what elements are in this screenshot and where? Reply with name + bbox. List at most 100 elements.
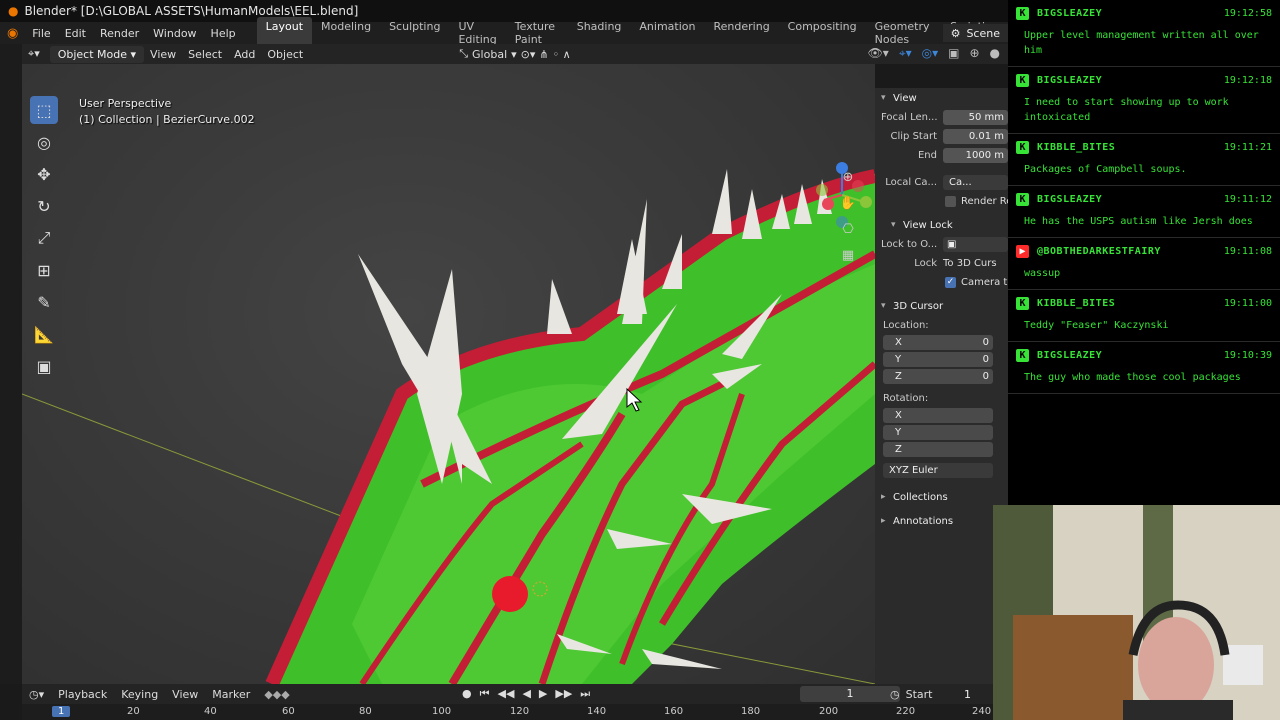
visibility-icon[interactable]: 👁▾ [868, 46, 889, 61]
start-frame-field[interactable]: 1 [964, 688, 971, 701]
snap-icon[interactable]: ⋔ [539, 48, 548, 61]
camera-icon[interactable]: ⎔ [838, 222, 858, 248]
chat-username[interactable]: KIBBLE_BITES [1037, 298, 1218, 309]
chat-username[interactable]: KIBBLE_BITES [1037, 142, 1218, 153]
view-lock-section-header[interactable]: ▾ View Lock [875, 215, 1008, 235]
menu-window[interactable]: Window [146, 27, 203, 40]
menu-playback[interactable]: Playback [51, 688, 114, 701]
3d-cursor-section-header[interactable]: ▾ 3D Cursor [875, 296, 1008, 316]
collection-label: (1) Collection | BezierCurve.002 [79, 113, 255, 126]
chat-timestamp: 19:11:00 [1223, 297, 1272, 309]
solid-shading-icon[interactable]: ● [990, 46, 1000, 61]
lock-row: Lock To 3D Curs [914, 258, 997, 269]
measure-tool-icon[interactable]: 📐 [30, 320, 58, 348]
next-key-icon[interactable]: ▶▶ [555, 687, 572, 701]
blender-logo-icon: ● [8, 4, 19, 18]
pivot-icon[interactable]: ⊙▾ [521, 48, 536, 61]
chat-username[interactable]: BIGSLEAZEY [1037, 8, 1218, 19]
timeline-editor-icon[interactable]: ◷▾ [22, 688, 51, 701]
focal-length-row: Focal Len... 50 mm [875, 108, 1008, 127]
view-section-header[interactable]: ▾ View [875, 88, 1008, 108]
rotation-mode-dropdown[interactable]: XYZ Euler [875, 462, 1008, 479]
current-frame-field[interactable]: 1 [800, 686, 900, 702]
clip-end-field[interactable]: 1000 m [943, 148, 1008, 163]
chat-username[interactable]: @BOBTHEDARKESTFAIRY [1037, 246, 1218, 257]
menu-help[interactable]: Help [204, 27, 243, 40]
editor-type-icon[interactable]: ⌖▾ [22, 46, 46, 62]
scene-name: Scene [966, 26, 1000, 40]
menu-marker[interactable]: Marker [205, 688, 257, 701]
neg-y-axis-icon[interactable] [816, 184, 828, 196]
location-x-field[interactable]: X0 [875, 334, 1008, 351]
render-region-checkbox[interactable]: Render Reg [875, 192, 1008, 211]
jump-start-icon[interactable]: ⏮ [480, 687, 490, 701]
clock-icon[interactable]: ◷ [890, 688, 900, 701]
grid-icon[interactable]: ▦ [838, 248, 858, 274]
record-icon[interactable]: ● [462, 687, 472, 701]
menu-edit[interactable]: Edit [58, 27, 93, 40]
proportional-edit-icon[interactable]: ◦ ∧ [553, 48, 571, 61]
lock-object-field[interactable]: ▣ [943, 237, 1008, 252]
add-cube-tool-icon[interactable]: ▣ [30, 352, 58, 380]
blender-window: ● Blender* [D:\GLOBAL ASSETS\HumanModels… [0, 0, 1008, 720]
select-box-icon[interactable]: ⬚ [30, 96, 58, 124]
chat-message-header: K BIGSLEAZEY 19:12:18 [1016, 69, 1272, 91]
transform-orientation-dropdown[interactable]: ⤡ Global ▾ ⊙▾ ⋔ ◦ ∧ [459, 47, 570, 61]
play-icon[interactable]: ▶ [539, 687, 547, 701]
zoom-icon[interactable]: ⊕ [838, 170, 858, 196]
timeline-ruler[interactable]: 1 20 40 60 80 100 120 140 160 180 200 22… [22, 704, 1008, 720]
menu-file[interactable]: File [25, 27, 57, 40]
streamer-head [1138, 617, 1214, 713]
cursor-tool-icon[interactable]: ◎ [30, 128, 58, 156]
chat-text: I need to start showing up to work intox… [1024, 97, 1235, 123]
move-tool-icon[interactable]: ✥ [30, 160, 58, 188]
menu-view[interactable]: View [144, 47, 182, 62]
3d-viewport[interactable]: User Perspective (1) Collection | Bezier… [22, 64, 875, 684]
camera-to-view-checkbox[interactable]: ✓Camera to [875, 273, 1008, 292]
annotate-tool-icon[interactable]: ✎ [30, 288, 58, 316]
overlay-toggle-icon[interactable]: ◎▾ [922, 46, 939, 61]
blender-menu-icon[interactable]: ◉ [0, 26, 25, 41]
menu-render[interactable]: Render [93, 27, 146, 40]
local-camera-field[interactable]: Ca... [943, 175, 1008, 190]
x-axis-icon[interactable] [822, 198, 834, 210]
prev-key-icon[interactable]: ◀◀ [498, 687, 515, 701]
menu-select[interactable]: Select [182, 47, 228, 62]
keyframe-icons[interactable]: ◆◆◆ [257, 688, 296, 701]
gizmo-toggle-icon[interactable]: ⌖▾ [899, 46, 912, 61]
rotation-y-field[interactable]: Y [875, 424, 1008, 441]
chat-message: K BIGSLEAZEY 19:12:58 Upper level managemen… [1008, 2, 1280, 67]
chat-username[interactable]: BIGSLEAZEY [1037, 194, 1218, 205]
annotations-section-header[interactable]: ▸ Annotations [875, 511, 1008, 531]
menu-add[interactable]: Add [228, 47, 261, 62]
clip-start-row: Clip Start 0.01 m [875, 127, 1008, 146]
wireframe-shading-icon[interactable]: ⊕ [969, 46, 979, 61]
ruler-tick: 80 [359, 706, 372, 717]
jump-end-icon[interactable]: ⏭ [580, 687, 590, 701]
y-axis-icon[interactable] [860, 196, 872, 208]
location-z-field[interactable]: Z0 [875, 368, 1008, 385]
scene-selector[interactable]: ⚙ Scene [942, 24, 1008, 42]
menu-keying[interactable]: Keying [114, 688, 165, 701]
chat-message-header: K BIGSLEAZEY 19:11:12 [1016, 188, 1272, 210]
ruler-tick: 180 [741, 706, 761, 717]
location-y-field[interactable]: Y0 [875, 351, 1008, 368]
focal-length-field[interactable]: 50 mm [943, 110, 1008, 125]
xray-icon[interactable]: ▣ [948, 46, 959, 61]
clip-start-field[interactable]: 0.01 m [943, 129, 1008, 144]
playhead-frame[interactable]: 1 [52, 706, 71, 717]
lock-cursor-checkbox[interactable]: To 3D Curs [943, 258, 997, 269]
menu-timeline-view[interactable]: View [165, 688, 205, 701]
transform-tool-icon[interactable]: ⊞ [30, 256, 58, 284]
chat-username[interactable]: BIGSLEAZEY [1037, 350, 1218, 361]
scale-tool-icon[interactable]: ⤢ [30, 224, 58, 252]
object-mode-dropdown[interactable]: Object Mode ▾ [49, 45, 145, 63]
collections-section-header[interactable]: ▸ Collections [875, 487, 1008, 507]
rotation-x-field[interactable]: X [875, 407, 1008, 424]
rotation-z-field[interactable]: Z [875, 441, 1008, 458]
pan-hand-icon[interactable]: ✋ [838, 196, 858, 222]
play-reverse-icon[interactable]: ◀ [522, 687, 530, 701]
chat-username[interactable]: BIGSLEAZEY [1037, 75, 1218, 86]
rotate-tool-icon[interactable]: ↻ [30, 192, 58, 220]
menu-object[interactable]: Object [261, 47, 309, 62]
